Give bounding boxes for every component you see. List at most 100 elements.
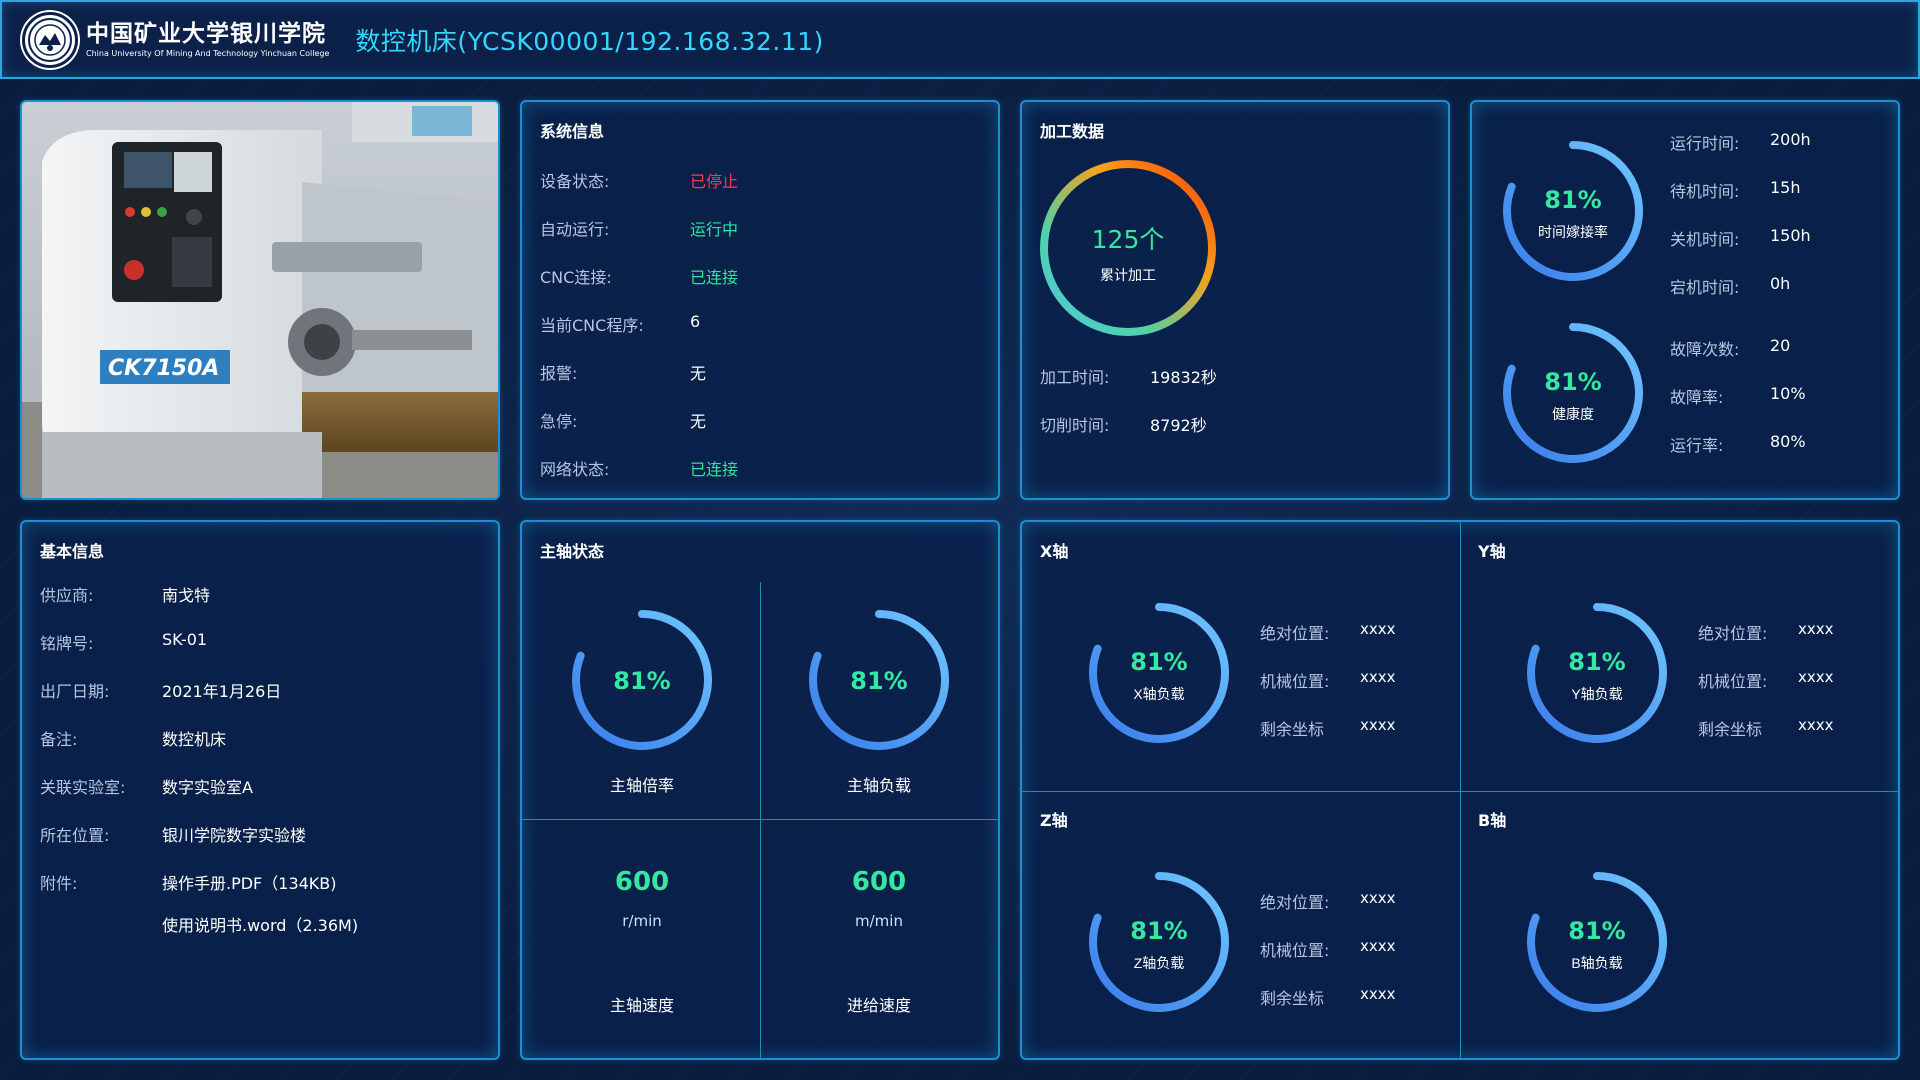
rates-panel: 81% 时间嫁接率 81% 健康度 运行时间: 200h 待机时间: 15h 关机时间:… [1470,100,1900,500]
logo-english-name: China University Of Mining And Technolog… [86,48,330,58]
feed-speed-unit: m/min [855,912,903,930]
row-label: 运行率: [1670,436,1724,455]
health-caption: 健康度 [1552,406,1594,422]
row-label: 待机时间: [1670,182,1740,201]
row-value: 20 [1770,336,1791,355]
health-value: 81% [1544,368,1601,396]
axis-load-gauge: 81% B轴负载 [1527,872,1667,1012]
axis-row-label: 剩余坐标 [1698,720,1763,739]
spindle-load-value: 81% [850,667,907,695]
spindle-speed-unit: r/min [622,912,662,930]
axis-title: Z轴 [1040,811,1068,830]
axes-divider-v [1460,522,1461,1058]
system-info-panel: 系统信息 设备状态: 已停止 自动运行: 运行中 CNC连接: 已连接 当前CNC程序: 6 报… [520,100,1000,500]
row-value: 数控机床 [162,730,227,749]
axis-row-value: xxxx [1798,668,1834,686]
axis-load-value: 81% [1130,648,1187,676]
spindle-rate-gauge: 81% [572,610,712,750]
total-processed-value: 125个 [1092,225,1165,254]
header-bar: 中国矿业大学银川学院 China University Of Mining An… [0,0,1920,79]
axis-load-value: 81% [1130,917,1187,945]
axis-row-label: 剩余坐标 [1260,720,1325,739]
axis-row-label: 机械位置: [1698,672,1768,691]
row-value: 无 [690,412,707,431]
row-label: 出厂日期: [40,682,110,701]
row-value: SK-01 [162,630,208,649]
row-value: 运行中 [690,220,739,239]
axis-row-value: xxxx [1360,985,1396,1003]
spindle-title: 主轴状态 [540,542,605,561]
feed-speed-value: 600 [851,867,907,897]
axis-row-label: 剩余坐标 [1260,989,1325,1008]
row-label: 加工时间: [1040,368,1110,387]
axis-row-value: xxxx [1360,937,1396,955]
row-value: 无 [690,364,707,383]
row-label: 报警: [540,364,578,383]
row-label: 切削时间: [1040,416,1110,435]
row-value: 8792秒 [1150,416,1207,435]
axis-load-gauge: 81% X轴负载 [1089,603,1229,743]
axis-row-label: 绝对位置: [1260,624,1330,643]
axis-load-caption: Z轴负载 [1134,955,1185,971]
health-gauge: 81% 健康度 [1503,323,1643,463]
row-label: 故障率: [1670,388,1724,407]
spindle-rate-caption: 主轴倍率 [609,776,674,795]
row-label: 附件: [40,874,78,893]
row-label: 所在位置: [40,826,110,845]
row-value: 10% [1770,384,1806,403]
row-label: 急停: [540,412,578,431]
utilization-gauge: 81% 时间嫁接率 [1503,141,1643,281]
axes-panel: X轴 81% X轴负载 绝对位置: xxxx 机械位置: xxxx 剩余坐标 xxxx Y轴… [1020,520,1900,1060]
page-title: 数控机床(YCSK00001/192.168.32.11) [355,26,824,56]
axis-row-value: xxxx [1798,716,1834,734]
seal-icon [22,11,78,68]
axis-row-label: 机械位置: [1260,672,1330,691]
spindle-divider-v [760,582,761,1060]
row-value: 南戈特 [162,586,211,605]
utilization-caption: 时间嫁接率 [1538,224,1608,240]
row-label: 自动运行: [540,220,610,239]
spindle-divider-h [522,819,998,820]
machine-model-plate: CK7150A [108,356,219,381]
processing-data-panel: 加工数据 125个 累计加工 加工时间: 19832秒 切削时间: 8792秒 [1020,100,1450,500]
attachment-1-link[interactable]: 操作手册.PDF（134KB) [162,870,337,894]
feed-speed-caption: 进给速度 [846,996,911,1015]
row-value: 已连接 [690,460,739,479]
axis-load-gauge: 81% Z轴负载 [1089,872,1229,1012]
axis-row-value: xxxx [1360,889,1396,907]
axis-row-value: xxxx [1360,620,1396,638]
spindle-speed-value: 600 [614,867,670,897]
row-label: 关机时间: [1670,230,1740,249]
axis-row-label: 绝对位置: [1698,624,1768,643]
row-label: 当前CNC程序: [540,316,644,335]
axis-row-label: 绝对位置: [1260,893,1330,912]
row-label: 故障次数: [1670,340,1740,359]
axis-title: X轴 [1040,542,1069,561]
attachment-2-link[interactable]: 使用说明书.word（2.36M) [162,912,358,936]
axis-row-value: xxxx [1360,716,1396,734]
logo-chinese-name: 中国矿业大学银川学院 [86,19,326,47]
axis-load-caption: B轴负载 [1571,955,1622,971]
axis-row-value: xxxx [1798,620,1834,638]
row-value: 200h [1770,130,1811,149]
axis-load-value: 81% [1568,917,1625,945]
row-value: 已停止 [690,172,739,191]
total-processed-caption: 累计加工 [1100,267,1156,283]
axis-title: Y轴 [1478,542,1506,561]
system-info-title: 系统信息 [540,122,605,141]
axis-row-label: 机械位置: [1260,941,1330,960]
processing-data-title: 加工数据 [1040,122,1105,141]
row-value: 0h [1770,274,1791,293]
row-label: CNC连接: [540,268,612,287]
axis-load-caption: X轴负载 [1133,686,1184,702]
row-value: 15h [1770,178,1801,197]
row-value: 80% [1770,432,1806,451]
utilization-value: 81% [1544,186,1601,214]
spindle-speed-caption: 主轴速度 [609,996,674,1015]
spindle-panel: 主轴状态 81% 主轴倍率 81% 主轴负载 600 r/min 主轴速度 60… [520,520,1000,1060]
row-value: 数字实验室A [162,778,253,797]
axis-title: B轴 [1478,811,1507,830]
row-label: 运行时间: [1670,134,1740,153]
spindle-load-gauge: 81% [809,610,949,750]
row-label: 网络状态: [540,460,610,479]
